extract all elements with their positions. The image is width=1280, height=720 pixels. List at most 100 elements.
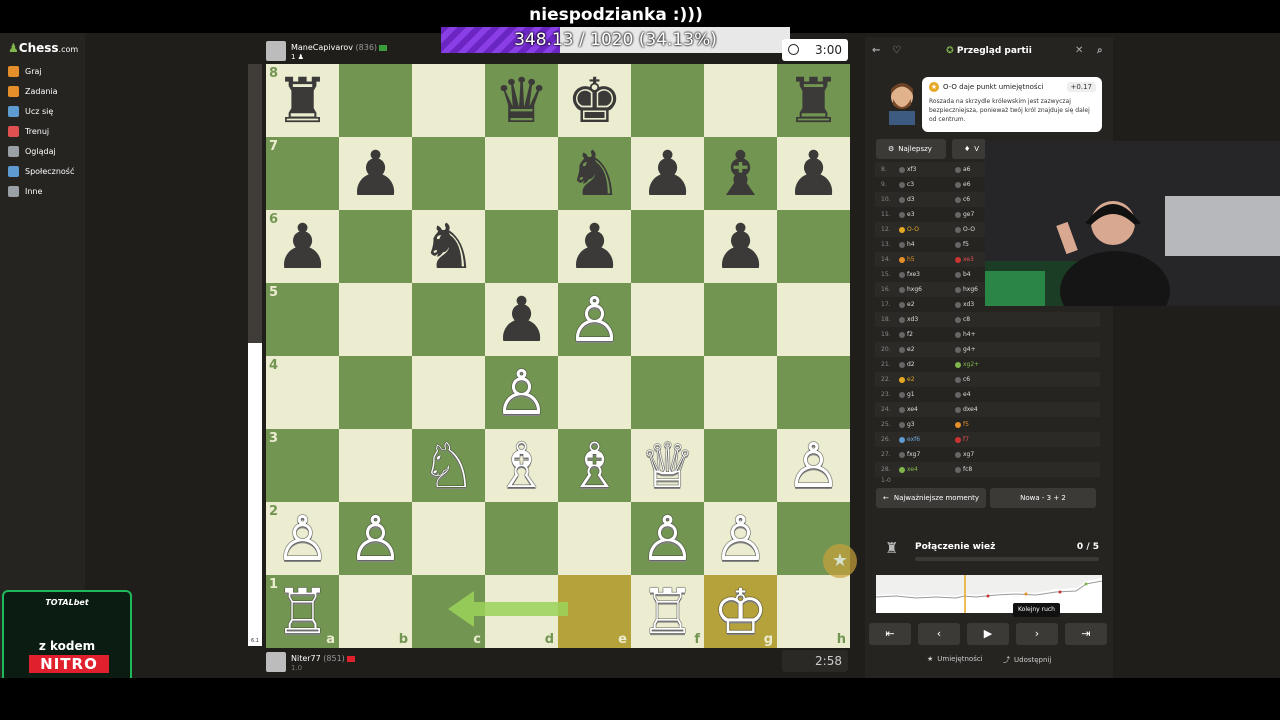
square-a8[interactable]: 8 (266, 64, 339, 137)
black-move[interactable]: f5 (955, 421, 969, 428)
black-move[interactable]: c6 (955, 376, 970, 383)
search-icon[interactable]: ⌕ (1097, 45, 1103, 56)
black-move[interactable]: fc8 (955, 466, 972, 473)
white-move[interactable]: xe4 (899, 466, 918, 473)
chess-logo[interactable]: ♟Chess.com (8, 41, 78, 55)
white-move[interactable]: xe4 (899, 406, 918, 413)
square-b3[interactable] (339, 429, 412, 502)
white-move[interactable]: e2 (899, 376, 915, 383)
square-f7[interactable] (631, 137, 704, 210)
square-f3[interactable] (631, 429, 704, 502)
square-f1[interactable]: f (631, 575, 704, 648)
square-f6[interactable] (631, 210, 704, 283)
square-f8[interactable] (631, 64, 704, 137)
square-d7[interactable] (485, 137, 558, 210)
black-move[interactable]: f5 (955, 241, 969, 248)
sidebar-item-6[interactable]: Społeczność (8, 163, 74, 179)
square-g2[interactable] (704, 502, 777, 575)
sidebar-item-7[interactable]: Inne (8, 183, 42, 199)
white-move[interactable]: exf6 (899, 436, 920, 443)
square-e8[interactable] (558, 64, 631, 137)
white-move[interactable]: xf3 (899, 166, 916, 173)
top-player-name[interactable]: ManeCapivarov (291, 43, 353, 52)
top-player-avatar[interactable] (266, 41, 286, 61)
square-c8[interactable] (412, 64, 485, 137)
square-h4[interactable] (777, 356, 850, 429)
square-d3[interactable] (485, 429, 558, 502)
square-a3[interactable]: 3 (266, 429, 339, 502)
square-c7[interactable] (412, 137, 485, 210)
key-moments-button[interactable]: ← Najważniejsze momenty (876, 488, 986, 508)
black-move[interactable]: a6 (955, 166, 971, 173)
square-f2[interactable] (631, 502, 704, 575)
white-move[interactable]: O-O (899, 226, 919, 233)
play-button[interactable]: ▶ (967, 623, 1009, 645)
square-h1[interactable]: h (777, 575, 850, 648)
square-d6[interactable] (485, 210, 558, 283)
black-move[interactable]: g4+ (955, 346, 976, 353)
white-move[interactable]: d2 (899, 361, 915, 368)
black-move[interactable]: ge7 (955, 211, 974, 218)
square-g7[interactable] (704, 137, 777, 210)
black-move[interactable]: xg2+ (955, 361, 979, 368)
black-move[interactable]: xd3 (955, 301, 974, 308)
square-c2[interactable] (412, 502, 485, 575)
tab-best[interactable]: ⚙ Najlepszy (876, 139, 946, 159)
white-move[interactable]: hxg6 (899, 286, 922, 293)
square-e4[interactable] (558, 356, 631, 429)
square-a7[interactable]: 7 (266, 137, 339, 210)
square-e3[interactable] (558, 429, 631, 502)
square-e5[interactable] (558, 283, 631, 356)
last-move-button[interactable]: ⇥ (1065, 623, 1107, 645)
square-b5[interactable] (339, 283, 412, 356)
square-h6[interactable] (777, 210, 850, 283)
square-b6[interactable] (339, 210, 412, 283)
square-a4[interactable]: 4 (266, 356, 339, 429)
white-move[interactable]: h4 (899, 241, 915, 248)
white-move[interactable]: h5 (899, 256, 915, 263)
white-move[interactable]: c3 (899, 181, 914, 188)
square-h7[interactable] (777, 137, 850, 210)
white-move[interactable]: g1 (899, 391, 915, 398)
sidebar-item-4[interactable]: Trenuj (8, 123, 49, 139)
black-move[interactable]: hxg6 (955, 286, 978, 293)
square-e2[interactable] (558, 502, 631, 575)
square-a5[interactable]: 5 (266, 283, 339, 356)
white-move[interactable]: fxe3 (899, 271, 920, 278)
favorite-star-icon[interactable]: ★ (823, 544, 857, 578)
black-move[interactable]: xe3 (955, 256, 974, 263)
evaluation-graph[interactable] (876, 575, 1102, 613)
previous-move-button[interactable]: ‹ (918, 623, 960, 645)
square-a2[interactable]: 2 (266, 502, 339, 575)
white-move[interactable]: e2 (899, 301, 915, 308)
square-g4[interactable] (704, 356, 777, 429)
black-move[interactable]: e6 (955, 181, 971, 188)
square-h8[interactable] (777, 64, 850, 137)
black-move[interactable]: b4 (955, 271, 971, 278)
square-e6[interactable] (558, 210, 631, 283)
square-b8[interactable] (339, 64, 412, 137)
square-e7[interactable] (558, 137, 631, 210)
square-c4[interactable] (412, 356, 485, 429)
square-g3[interactable] (704, 429, 777, 502)
black-move[interactable]: c6 (955, 196, 970, 203)
black-move[interactable]: h4+ (955, 331, 976, 338)
square-a1[interactable]: 1a (266, 575, 339, 648)
square-c3[interactable] (412, 429, 485, 502)
square-c6[interactable] (412, 210, 485, 283)
sidebar-item-3[interactable]: Ucz się (8, 103, 53, 119)
black-move[interactable]: e4 (955, 391, 971, 398)
sidebar-item-5[interactable]: Oglądaj (8, 143, 56, 159)
black-move[interactable]: dxe4 (955, 406, 978, 413)
square-b1[interactable]: b (339, 575, 412, 648)
white-move[interactable]: g3 (899, 421, 915, 428)
black-move[interactable]: c8 (955, 316, 970, 323)
new-game-button[interactable]: Nowa - 3 + 2 (990, 488, 1096, 508)
square-b2[interactable] (339, 502, 412, 575)
bottom-player-name[interactable]: Niter77 (291, 654, 321, 663)
white-move[interactable]: xd3 (899, 316, 918, 323)
white-move[interactable]: fxg7 (899, 451, 920, 458)
square-d2[interactable] (485, 502, 558, 575)
square-d4[interactable] (485, 356, 558, 429)
white-move[interactable]: d3 (899, 196, 915, 203)
